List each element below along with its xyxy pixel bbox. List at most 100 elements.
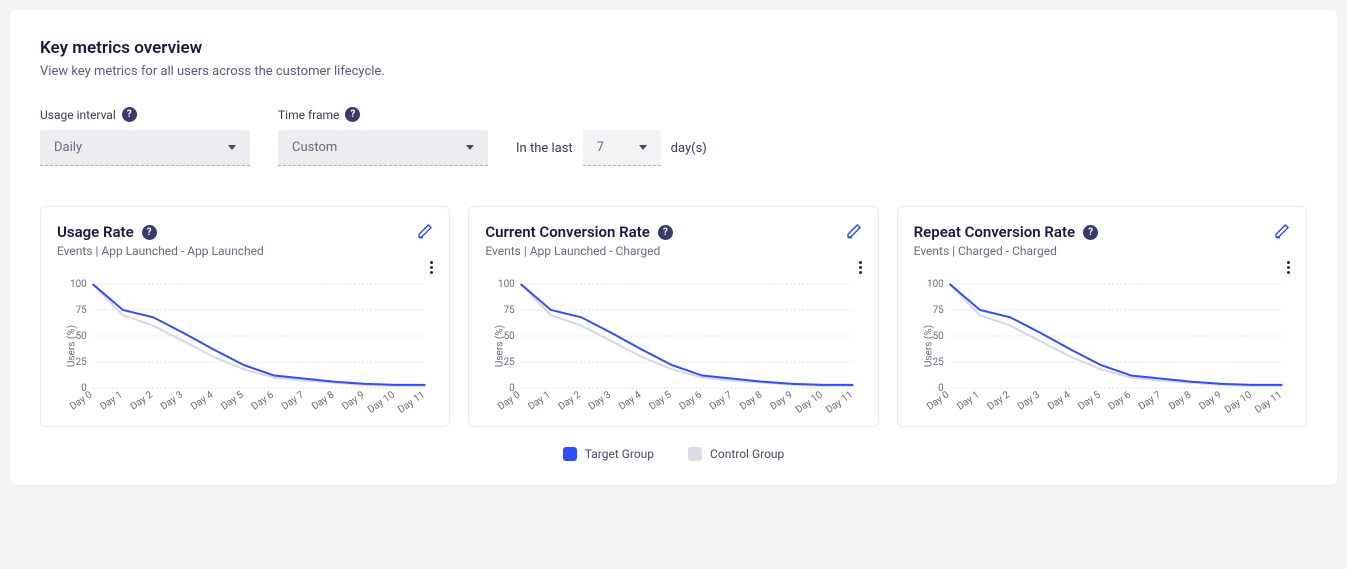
timeframe-label-text: Time frame <box>278 108 339 122</box>
usage-interval-label: Usage interval ? <box>40 107 250 122</box>
svg-text:Day 3: Day 3 <box>1015 389 1041 412</box>
days-value: 7 <box>597 140 604 155</box>
svg-text:Day 10: Day 10 <box>794 389 825 416</box>
timeframe-select[interactable]: Custom <box>278 130 488 166</box>
chart-subtitle: Events | Charged - Charged <box>914 244 1098 258</box>
svg-text:Day 11: Day 11 <box>1253 389 1284 415</box>
edit-icon[interactable] <box>846 223 862 239</box>
y-axis-label: Users (%) <box>67 325 78 367</box>
svg-text:Day 6: Day 6 <box>678 389 705 412</box>
chart-body: Users (%)0255075100Day 0Day 1Day 2Day 3D… <box>485 276 861 416</box>
chart-plot: 0255075100Day 0Day 1Day 2Day 3Day 4Day 5… <box>57 276 433 416</box>
svg-text:Day 11: Day 11 <box>825 389 856 415</box>
svg-text:Day 11: Day 11 <box>396 389 427 415</box>
in-the-last-label: In the last <box>516 141 573 156</box>
chart-plot: 0255075100Day 0Day 1Day 2Day 3Day 4Day 5… <box>914 276 1290 416</box>
svg-text:100: 100 <box>498 279 515 290</box>
series-target <box>93 284 426 385</box>
series-target <box>949 284 1282 385</box>
svg-text:50: 50 <box>504 331 516 342</box>
edit-icon[interactable] <box>417 223 433 239</box>
svg-text:Day 5: Day 5 <box>648 389 675 412</box>
svg-text:Day 8: Day 8 <box>738 389 765 412</box>
chart-subtitle: Events | App Launched - Charged <box>485 244 673 258</box>
svg-text:100: 100 <box>70 279 87 290</box>
usage-interval-group: Usage interval ? Daily <box>40 107 250 166</box>
help-icon[interactable]: ? <box>658 225 673 240</box>
chart-card: Current Conversion Rate? Events | App Lau… <box>468 206 878 427</box>
days-suffix: day(s) <box>671 141 707 156</box>
svg-text:Day 6: Day 6 <box>250 389 277 412</box>
charts-row: Usage Rate? Events | App Launched - App L… <box>40 206 1307 427</box>
svg-text:75: 75 <box>76 305 88 316</box>
legend-control: Control Group <box>688 447 784 461</box>
svg-text:75: 75 <box>504 305 516 316</box>
chevron-down-icon <box>228 145 236 150</box>
chart-card: Usage Rate? Events | App Launched - App L… <box>40 206 450 427</box>
svg-text:Day 9: Day 9 <box>1197 389 1223 412</box>
chart-title: Usage Rate <box>57 223 134 241</box>
svg-text:Day 1: Day 1 <box>527 389 553 412</box>
timeframe-label: Time frame ? <box>278 107 488 122</box>
series-target <box>521 284 854 385</box>
days-select[interactable]: 7 <box>583 130 661 166</box>
svg-text:Day 2: Day 2 <box>985 389 1012 412</box>
svg-text:Day 8: Day 8 <box>310 389 337 412</box>
svg-text:Day 4: Day 4 <box>617 389 644 412</box>
edit-icon[interactable] <box>1274 223 1290 239</box>
chart-body: Users (%)0255075100Day 0Day 1Day 2Day 3D… <box>914 276 1290 416</box>
svg-text:Day 2: Day 2 <box>557 389 584 412</box>
usage-interval-select[interactable]: Daily <box>40 130 250 166</box>
controls-row: Usage interval ? Daily Time frame ? Cust… <box>40 107 1307 166</box>
legend-target: Target Group <box>563 447 654 461</box>
svg-text:25: 25 <box>504 357 516 368</box>
svg-text:Day 4: Day 4 <box>1046 389 1073 412</box>
y-axis-label: Users (%) <box>495 325 506 367</box>
chart-title: Repeat Conversion Rate <box>914 223 1075 241</box>
svg-text:Day 1: Day 1 <box>98 389 124 412</box>
svg-text:Day 5: Day 5 <box>219 389 246 412</box>
chart-plot: 0255075100Day 0Day 1Day 2Day 3Day 4Day 5… <box>485 276 861 416</box>
usage-interval-value: Daily <box>54 140 82 155</box>
svg-text:Day 8: Day 8 <box>1167 389 1194 412</box>
svg-text:Day 9: Day 9 <box>340 389 366 412</box>
metrics-panel: Key metrics overview View key metrics fo… <box>10 10 1337 485</box>
days-row: In the last 7 day(s) <box>516 130 707 166</box>
page-subtitle: View key metrics for all users across th… <box>40 64 1307 79</box>
svg-text:Day 3: Day 3 <box>587 389 613 412</box>
more-icon[interactable] <box>855 257 866 278</box>
chart-card: Repeat Conversion Rate? Events | Charged … <box>897 206 1307 427</box>
chevron-down-icon <box>639 145 647 150</box>
more-icon[interactable] <box>1283 257 1294 278</box>
svg-text:Day 1: Day 1 <box>955 389 981 412</box>
svg-text:Day 7: Day 7 <box>708 389 735 412</box>
svg-text:Day 7: Day 7 <box>280 389 307 412</box>
legend-swatch-control <box>688 447 702 461</box>
usage-interval-label-text: Usage interval <box>40 108 116 122</box>
chart-subtitle: Events | App Launched - App Launched <box>57 244 264 258</box>
svg-text:Day 9: Day 9 <box>769 389 795 412</box>
legend-swatch-target <box>563 447 577 461</box>
svg-text:Day 5: Day 5 <box>1076 389 1103 412</box>
chevron-down-icon <box>466 145 474 150</box>
page-title: Key metrics overview <box>40 38 1307 58</box>
help-icon[interactable]: ? <box>1083 225 1098 240</box>
svg-text:Day 2: Day 2 <box>129 389 156 412</box>
help-icon[interactable]: ? <box>122 107 137 122</box>
svg-text:Day 6: Day 6 <box>1106 389 1133 412</box>
chart-title: Current Conversion Rate <box>485 223 650 241</box>
legend: Target Group Control Group <box>40 447 1307 461</box>
svg-text:Day 4: Day 4 <box>189 389 216 412</box>
help-icon[interactable]: ? <box>142 225 157 240</box>
svg-text:Day 3: Day 3 <box>159 389 185 412</box>
svg-text:Day 10: Day 10 <box>366 389 397 416</box>
timeframe-value: Custom <box>292 140 337 155</box>
svg-text:75: 75 <box>932 305 944 316</box>
chart-body: Users (%)0255075100Day 0Day 1Day 2Day 3D… <box>57 276 433 416</box>
legend-control-label: Control Group <box>710 447 784 461</box>
timeframe-group: Time frame ? Custom <box>278 107 488 166</box>
more-icon[interactable] <box>426 257 437 278</box>
y-axis-label: Users (%) <box>923 325 934 367</box>
help-icon[interactable]: ? <box>345 107 360 122</box>
legend-target-label: Target Group <box>585 447 654 461</box>
